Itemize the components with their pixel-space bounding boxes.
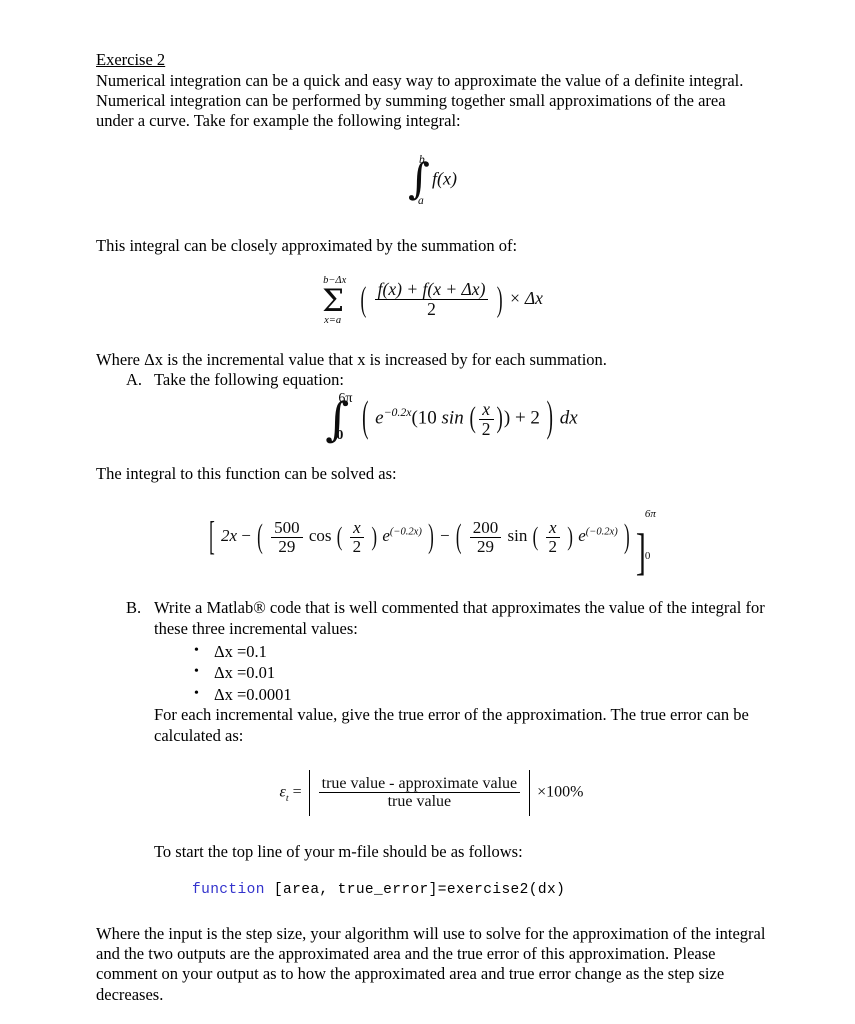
error-fraction: true value - approximate value true valu… bbox=[318, 774, 521, 811]
eval-left-bracket: [ bbox=[209, 513, 215, 559]
term1-fraction: 500 29 bbox=[271, 517, 303, 557]
term2-arg-left-paren: ( bbox=[532, 521, 539, 552]
list-item-a: A. Take the following equation: bbox=[96, 370, 767, 390]
differential: dx bbox=[559, 407, 578, 429]
term2-arg-denominator: 2 bbox=[545, 536, 561, 556]
term2-exp-base: e bbox=[578, 526, 586, 546]
coefficient: 10 bbox=[417, 407, 437, 429]
item-b-marker: B. bbox=[126, 598, 142, 618]
left-paren: ( bbox=[360, 278, 367, 319]
document-page: Exercise 2 Numerical integration can be … bbox=[0, 0, 855, 1024]
minus-sign-2: − bbox=[440, 526, 450, 546]
term2-right-paren: ) bbox=[623, 517, 630, 556]
integral-lower-limit: a bbox=[418, 194, 424, 207]
eqa-arg-left-paren: ( bbox=[469, 402, 476, 435]
integral-symbol-with-limits: b ∫ a bbox=[406, 153, 430, 207]
eqa-arg-right-paren: ) bbox=[496, 402, 503, 435]
solved-intro: The integral to this function can be sol… bbox=[96, 464, 397, 484]
average-fraction: f(x) + f(x + Δx) 2 bbox=[374, 279, 489, 319]
term2-numerator: 200 bbox=[472, 517, 499, 537]
equals-sign: = bbox=[292, 783, 302, 801]
term2-trig: sin bbox=[507, 526, 528, 546]
mfile-intro: To start the top line of your m-file sho… bbox=[154, 841, 523, 861]
abs-left-bar bbox=[308, 769, 310, 816]
error-multiplier: ×100% bbox=[537, 783, 584, 801]
term1-numerator: 500 bbox=[274, 517, 300, 537]
fraction-denominator: 2 bbox=[374, 299, 489, 319]
equation-a-lower-limit: 0 bbox=[336, 428, 344, 444]
term2-arg-fraction: x 2 bbox=[545, 517, 561, 557]
abs-right-bar bbox=[529, 769, 531, 816]
intro-paragraph: Numerical integration can be a quick and… bbox=[96, 71, 744, 131]
right-paren: ) bbox=[496, 278, 503, 319]
term1-exp-power: (−0.2x) bbox=[389, 526, 422, 538]
term1-right-paren: ) bbox=[428, 517, 434, 556]
term1-exp-base: e bbox=[382, 526, 390, 546]
epsilon-subscript: t bbox=[285, 792, 289, 804]
code-keyword: function bbox=[192, 881, 265, 898]
exp-base: e bbox=[375, 407, 384, 429]
eqa-outer-left-paren: ( bbox=[362, 393, 369, 443]
term2-arg-numerator: x bbox=[549, 517, 557, 537]
term1-arg-right-paren: ) bbox=[371, 521, 378, 552]
term1-arg-fraction: x 2 bbox=[349, 517, 365, 557]
increment-values-list: Δx =0.1 Δx =0.01 Δx =0.0001 bbox=[96, 640, 767, 706]
term1-arg-numerator: x bbox=[353, 517, 361, 537]
eval-upper-limit: 6π bbox=[644, 508, 656, 521]
evaluation-limits: 6π ] 0 bbox=[636, 508, 656, 580]
argument-fraction: x2 bbox=[478, 398, 494, 439]
task-list: A. Take the following equation: bbox=[96, 370, 767, 390]
solved-integral-formula: [ 2x − ( 500 29 cos ( x 2 ) e(−0.2x) ) −… bbox=[96, 508, 767, 580]
list-item: Δx =0.1 bbox=[96, 640, 767, 663]
true-error-intro: For each incremental value, give the tru… bbox=[154, 705, 749, 745]
where-line: Where Δx is the incremental value that x… bbox=[96, 349, 607, 369]
code-signature: [area, true_error]=exercise2(dx) bbox=[273, 881, 566, 898]
eval-lower-limit: 0 bbox=[644, 550, 651, 563]
integrand: f(x) bbox=[432, 168, 457, 189]
list-item-b: B. Write a Matlab® code that is well com… bbox=[96, 598, 767, 638]
integral-glyph: ∫ bbox=[408, 153, 430, 203]
eqa-outer-right-paren: ) bbox=[546, 393, 553, 443]
term2-denominator: 29 bbox=[469, 536, 502, 556]
argument-numerator: x bbox=[482, 398, 491, 419]
list-item: Δx =0.0001 bbox=[96, 683, 767, 706]
first-term: 2x bbox=[221, 526, 238, 546]
term1-trig: cos bbox=[308, 526, 332, 546]
task-list-b: B. Write a Matlab® code that is well com… bbox=[96, 598, 767, 638]
minus-sign-1: − bbox=[241, 526, 251, 546]
eqa-inner-right-paren: ) bbox=[503, 407, 511, 429]
error-numerator: true value - approximate value bbox=[321, 774, 518, 792]
closing-paragraph: Where the input is the step size, your a… bbox=[96, 923, 766, 1004]
sigma-with-limits: b−Δx Σ x=a bbox=[320, 275, 354, 326]
term2-exp-power: (−0.2x) bbox=[585, 526, 618, 538]
item-b-text: Write a Matlab® code that is well commen… bbox=[154, 598, 765, 638]
matlab-code-line: function [area, true_error]=exercise2(dx… bbox=[96, 882, 767, 898]
term2-fraction: 200 29 bbox=[469, 517, 502, 557]
equation-a: 6π ∫ 0 ( e−0.2x(10 sin (x 2)) + 2 ) dx bbox=[96, 391, 767, 444]
sigma-glyph: Σ bbox=[322, 282, 345, 319]
argument-denominator: 2 bbox=[478, 418, 494, 439]
term1-arg-left-paren: ( bbox=[336, 521, 343, 552]
term1-arg-denominator: 2 bbox=[349, 536, 365, 556]
sigma-lower-limit: x=a bbox=[324, 314, 342, 326]
summation-formula: b−Δx Σ x=a ( f(x) + f(x + Δx) 2 ) × Δx bbox=[96, 275, 767, 326]
exp-power: −0.2x bbox=[383, 406, 412, 420]
term2-arg-right-paren: ) bbox=[567, 521, 573, 552]
term1-denominator: 29 bbox=[271, 536, 303, 556]
list-item: Δx =0.01 bbox=[96, 661, 767, 684]
error-denominator: true value bbox=[318, 792, 521, 810]
true-error-formula: εt = true value - approximate value true… bbox=[96, 769, 767, 816]
delta-x-multiplier: × Δx bbox=[508, 287, 543, 308]
fraction-numerator: f(x) + f(x + Δx) bbox=[377, 279, 486, 300]
equation-a-integral: 6π ∫ 0 bbox=[325, 391, 355, 444]
approximation-intro: This integral can be closely approximate… bbox=[96, 235, 518, 255]
constant-term: + 2 bbox=[514, 407, 540, 429]
term1-left-paren: ( bbox=[257, 517, 263, 556]
term2-left-paren: ( bbox=[455, 517, 462, 556]
item-a-marker: A. bbox=[126, 370, 143, 390]
trig-function: sin bbox=[441, 407, 464, 429]
definite-integral-formula: b ∫ a f(x) bbox=[96, 153, 767, 207]
page-title: Exercise 2 bbox=[96, 50, 166, 69]
item-a-text: Take the following equation: bbox=[154, 370, 344, 390]
